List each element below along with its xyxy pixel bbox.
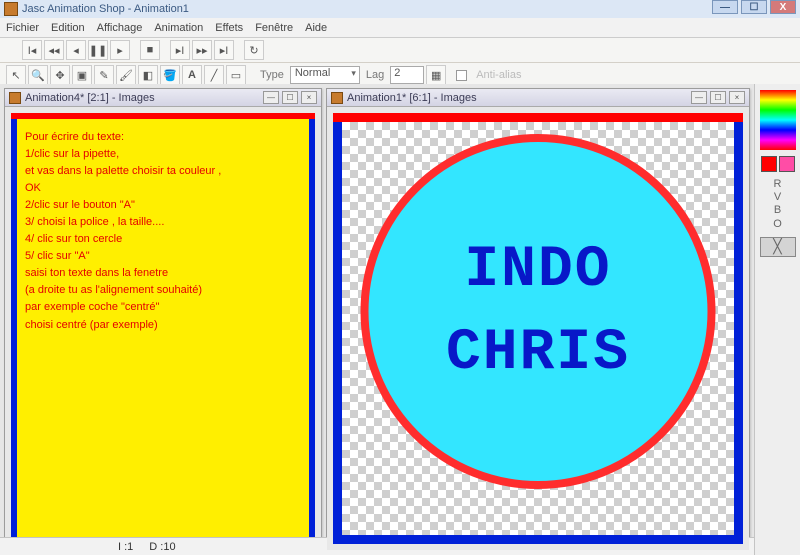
instructions-text: Pour écrire du texte: 1/clic sur la pipe… bbox=[17, 119, 309, 344]
line-tool[interactable]: ╱ bbox=[204, 65, 224, 85]
menu-fenetre[interactable]: Fenêtre bbox=[255, 22, 293, 34]
workspace: Animation4* [2:1] - Images — ☐ × Pour éc… bbox=[0, 84, 754, 555]
window-animation4-titlebar[interactable]: Animation4* [2:1] - Images — ☐ × bbox=[5, 89, 321, 107]
background-swatch[interactable] bbox=[779, 156, 795, 172]
win1-close[interactable]: × bbox=[729, 91, 745, 104]
doc-icon bbox=[9, 92, 21, 104]
circle-text-line1: INDO bbox=[464, 238, 611, 303]
lag-label: Lag bbox=[362, 69, 388, 81]
lag-stepper[interactable]: ▦ bbox=[426, 65, 446, 85]
type-label: Type bbox=[256, 69, 288, 81]
title-bar: Jasc Animation Shop - Animation1 — ☐ X bbox=[0, 0, 800, 18]
window-animation4-title: Animation4* [2:1] - Images bbox=[25, 92, 155, 104]
rewind-start-button[interactable]: І◂ bbox=[22, 40, 42, 60]
app-title: Jasc Animation Shop - Animation1 bbox=[22, 3, 189, 15]
menu-effets[interactable]: Effets bbox=[215, 22, 243, 34]
menu-bar: Fichier Edition Affichage Animation Effe… bbox=[0, 18, 800, 38]
win4-max[interactable]: ☐ bbox=[282, 91, 298, 104]
red-strip-top bbox=[11, 113, 315, 119]
win1-max[interactable]: ☐ bbox=[710, 91, 726, 104]
zoom-tool[interactable]: 🔍 bbox=[28, 65, 48, 85]
antialias-checkbox[interactable] bbox=[456, 70, 467, 81]
rvbo-labels: R V B O bbox=[773, 178, 782, 231]
status-d: D :10 bbox=[141, 541, 183, 553]
step-back-button[interactable]: ◂ bbox=[66, 40, 86, 60]
canvas-right[interactable]: INDO CHRIS bbox=[333, 113, 743, 544]
color-spectrum[interactable] bbox=[760, 90, 796, 150]
forward-end-button[interactable]: ▸І bbox=[214, 40, 234, 60]
menu-affichage[interactable]: Affichage bbox=[97, 22, 143, 34]
text-tool[interactable]: A bbox=[182, 65, 202, 85]
color-palette-panel: R V B O ╳ bbox=[754, 84, 800, 555]
menu-animation[interactable]: Animation bbox=[154, 22, 203, 34]
lag-input[interactable]: 2 bbox=[390, 66, 424, 84]
window-animation1-titlebar[interactable]: Animation1* [6:1] - Images — ☐ × bbox=[327, 89, 749, 107]
win1-min[interactable]: — bbox=[691, 91, 707, 104]
stop-button[interactable]: ■ bbox=[140, 40, 160, 60]
step-fwd-button[interactable]: ▸І bbox=[170, 40, 190, 60]
win4-min[interactable]: — bbox=[263, 91, 279, 104]
color-swatches bbox=[761, 156, 795, 172]
brush-tool[interactable]: 🖌 bbox=[116, 65, 136, 85]
foreground-swatch[interactable] bbox=[761, 156, 777, 172]
doc-icon bbox=[331, 92, 343, 104]
toolbar-playback: І◂ ◂◂ ◂ ❚❚ ▸ ■ ▸І ▸▸ ▸І ↻ bbox=[0, 38, 800, 63]
maximize-button[interactable]: ☐ bbox=[741, 0, 767, 14]
minimize-button[interactable]: — bbox=[712, 0, 738, 14]
rewind-button[interactable]: ◂◂ bbox=[44, 40, 64, 60]
no-color-button[interactable]: ╳ bbox=[760, 237, 796, 257]
forward-button[interactable]: ▸▸ bbox=[192, 40, 212, 60]
shape-tool[interactable]: ▭ bbox=[226, 65, 246, 85]
red-strip-top-r bbox=[333, 113, 743, 122]
window-animation1-body: INDO CHRIS bbox=[327, 107, 749, 550]
fill-tool[interactable]: 🪣 bbox=[160, 65, 180, 85]
loop-button[interactable]: ↻ bbox=[244, 40, 264, 60]
menu-fichier[interactable]: Fichier bbox=[6, 22, 39, 34]
circle-shape: INDO CHRIS bbox=[361, 134, 716, 489]
play-button[interactable]: ▸ bbox=[110, 40, 130, 60]
canvas-left[interactable]: Pour écrire du texte: 1/clic sur la pipe… bbox=[11, 113, 315, 544]
win4-close[interactable]: × bbox=[301, 91, 317, 104]
pause-button[interactable]: ❚❚ bbox=[88, 40, 108, 60]
eyedropper-tool[interactable]: ✎ bbox=[94, 65, 114, 85]
eraser-tool[interactable]: ◧ bbox=[138, 65, 158, 85]
crop-tool[interactable]: ▣ bbox=[72, 65, 92, 85]
window-animation1: Animation1* [6:1] - Images — ☐ × INDO CH… bbox=[326, 88, 750, 551]
close-button[interactable]: X bbox=[770, 0, 796, 14]
pointer-tool[interactable]: ↖ bbox=[6, 65, 26, 85]
window-animation1-title: Animation1* [6:1] - Images bbox=[347, 92, 477, 104]
window-animation4-body: Pour écrire du texte: 1/clic sur la pipe… bbox=[5, 107, 321, 550]
menu-edition[interactable]: Edition bbox=[51, 22, 85, 34]
move-tool[interactable]: ✥ bbox=[50, 65, 70, 85]
window-animation4: Animation4* [2:1] - Images — ☐ × Pour éc… bbox=[4, 88, 322, 551]
menu-aide[interactable]: Aide bbox=[305, 22, 327, 34]
circle-text-line2: CHRIS bbox=[446, 321, 630, 386]
type-combo[interactable]: Normal bbox=[290, 66, 360, 84]
antialias-label: Anti-alias bbox=[472, 69, 525, 81]
status-i: I :1 bbox=[110, 541, 141, 553]
app-icon bbox=[4, 2, 18, 16]
